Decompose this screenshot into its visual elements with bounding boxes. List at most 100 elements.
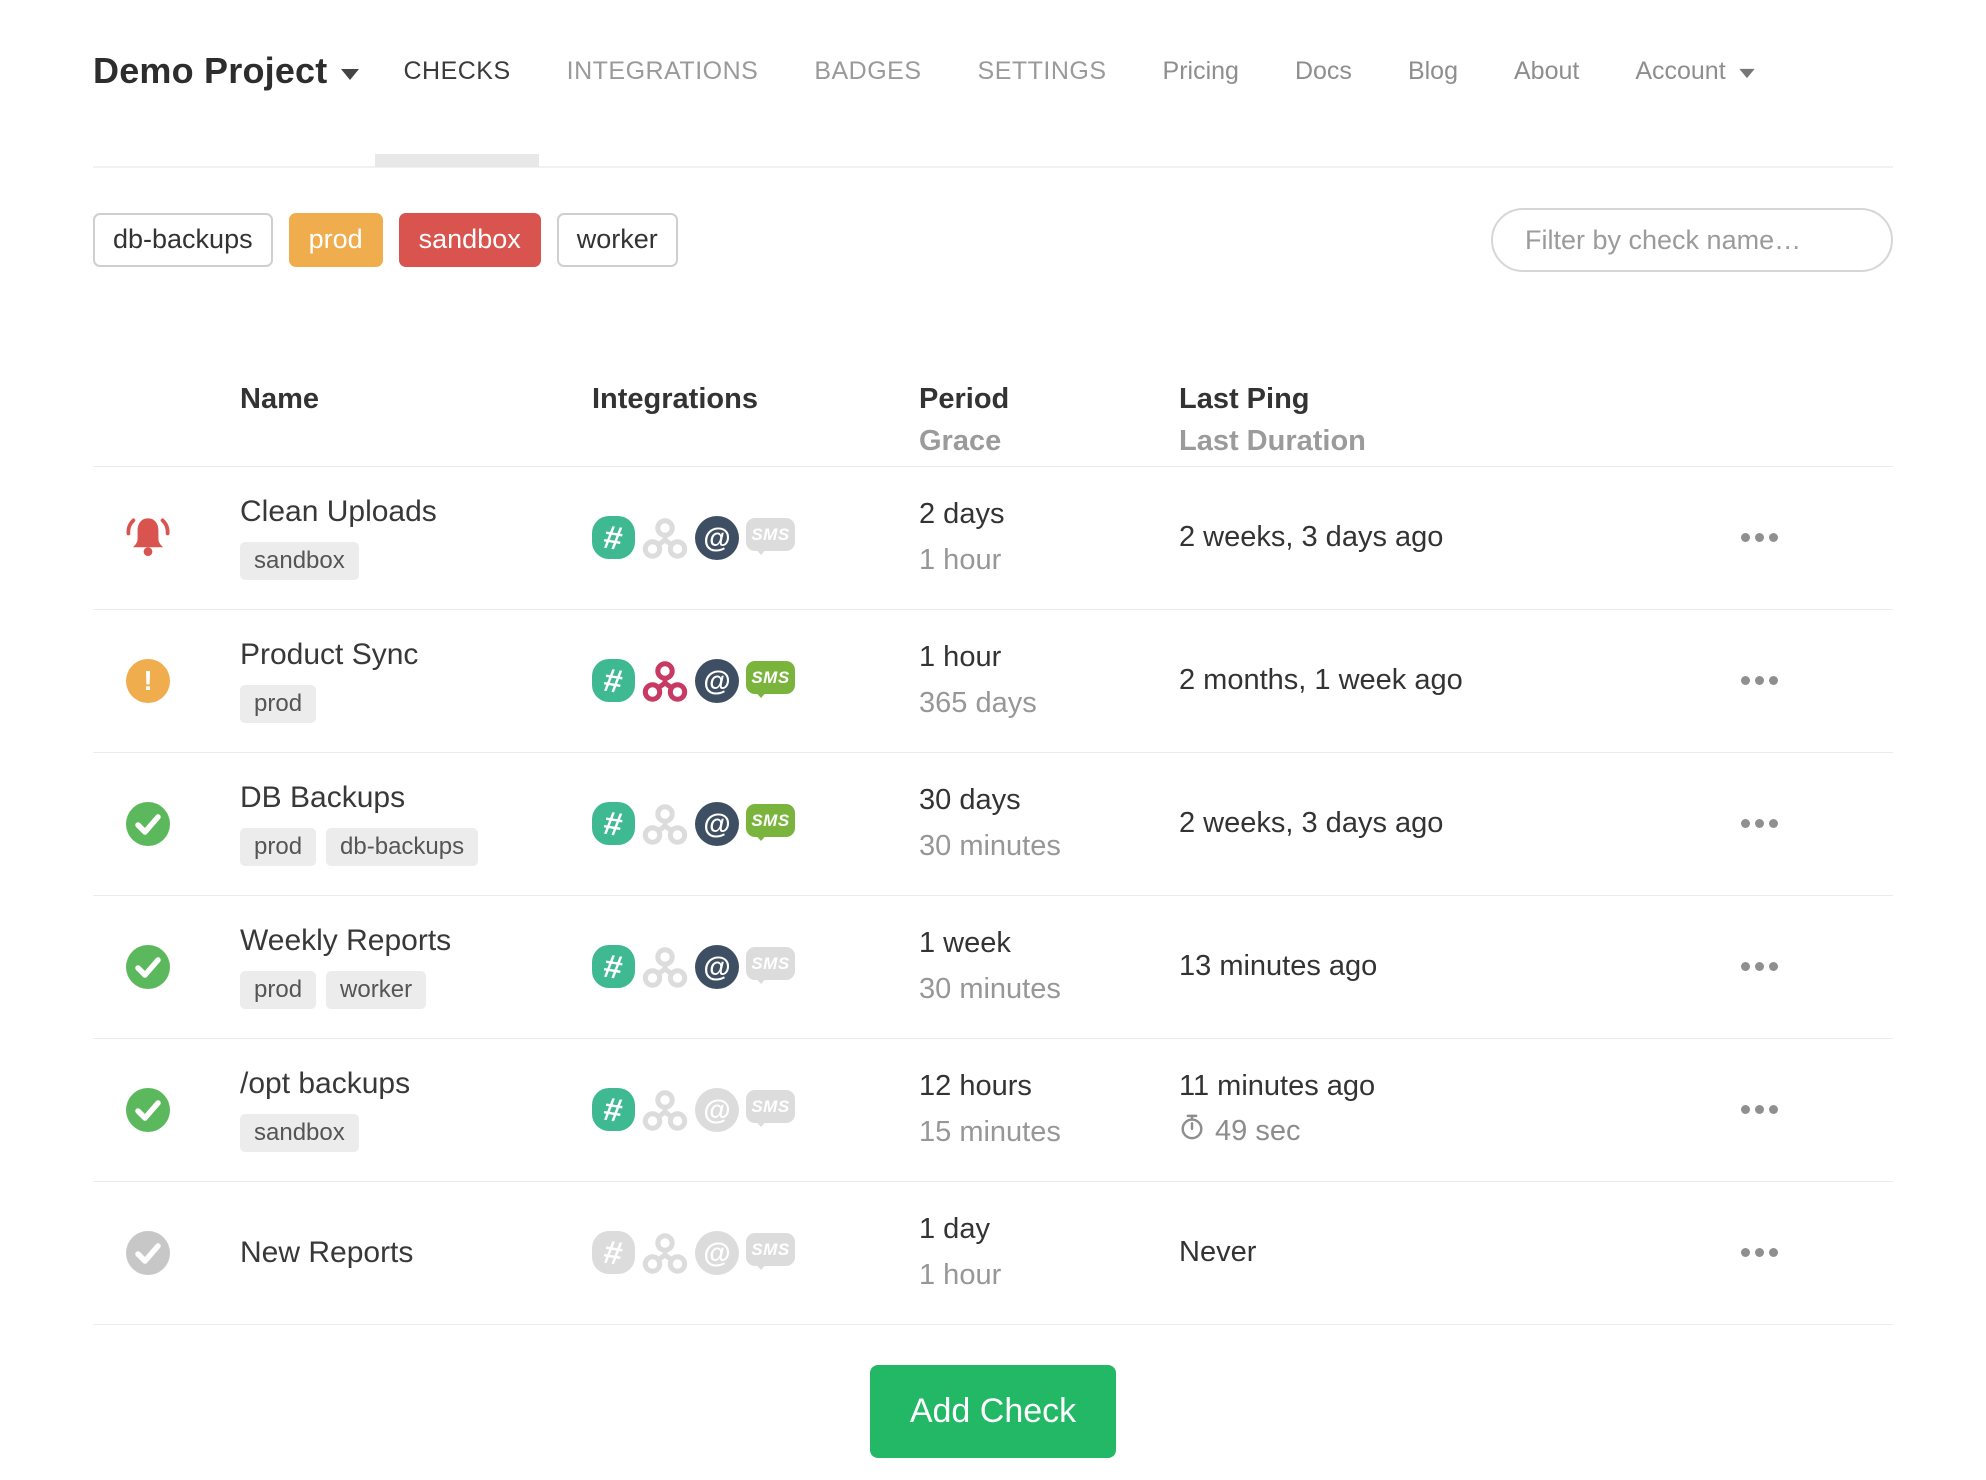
email-icon[interactable]: @ <box>695 1087 739 1132</box>
check-name-filter-input[interactable] <box>1491 208 1893 272</box>
sms-icon[interactable]: SMS <box>746 1233 795 1271</box>
menu-cell <box>1702 525 1893 550</box>
email-glyph: @ <box>703 664 731 696</box>
last-duration-value: 49 sec <box>1215 1114 1301 1147</box>
status-cell <box>93 1087 203 1132</box>
nav-link-pricing[interactable]: Pricing <box>1163 51 1239 91</box>
dot <box>1769 533 1778 543</box>
dot <box>1741 533 1750 543</box>
email-glyph: @ <box>703 1093 731 1125</box>
header-last-ping: Last Ping <box>1179 383 1310 415</box>
sms-icon[interactable]: SMS <box>746 518 795 556</box>
dot <box>1769 819 1778 829</box>
dot <box>1741 962 1750 972</box>
email-icon[interactable]: @ <box>695 658 739 703</box>
last-ping-cell: 13 minutes ago <box>1142 950 1702 983</box>
email-icon[interactable]: @ <box>695 1230 739 1275</box>
email-icon[interactable]: @ <box>695 801 739 846</box>
grace-value: 1 hour <box>919 1258 1002 1291</box>
account-label: Account <box>1635 57 1726 85</box>
tab-checks[interactable]: CHECKS <box>375 51 539 167</box>
check-name: Weekly Reports <box>240 924 452 958</box>
tab-badges[interactable]: BADGES <box>814 51 921 91</box>
dot <box>1741 819 1750 829</box>
slack-icon[interactable]: # <box>592 659 635 703</box>
table-row: DB Backups prod db-backups # @ SMS 30 days 30 m… <box>93 753 1893 896</box>
period-value: 30 days <box>919 784 1021 817</box>
table-body: Clean Uploads sandbox # @ SMS 2 days 1 hour 2 w… <box>93 467 1893 1325</box>
tab-integrations[interactable]: INTEGRATIONS <box>567 51 759 91</box>
row-menu-button[interactable] <box>1739 668 1780 693</box>
tag-filter-sandbox[interactable]: sandbox <box>398 213 541 267</box>
menu-cell <box>1702 811 1893 836</box>
header-integrations: Integrations <box>592 383 758 415</box>
name-cell: DB Backups prod db-backups <box>203 781 555 867</box>
period-value: 12 hours <box>919 1070 1032 1103</box>
last-ping-cell: 2 weeks, 3 days ago <box>1142 807 1702 840</box>
grace-value: 30 minutes <box>919 972 1061 1005</box>
row-menu-button[interactable] <box>1739 954 1780 979</box>
webhook-icon[interactable] <box>642 658 688 704</box>
sms-icon[interactable]: SMS <box>746 947 795 985</box>
last-ping-cell: 11 minutes ago 49 sec <box>1142 1070 1702 1149</box>
dot <box>1755 1105 1764 1115</box>
last-duration: 49 sec <box>1179 1113 1702 1149</box>
row-menu-button[interactable] <box>1739 1240 1780 1265</box>
table-row: New Reports # @ SMS 1 day 1 hour Never <box>93 1182 1893 1325</box>
name-cell: /opt backups sandbox <box>203 1067 555 1153</box>
tag-filter-worker[interactable]: worker <box>556 213 678 267</box>
slack-icon[interactable]: # <box>592 802 635 846</box>
filter-row: db-backups prod sandbox worker <box>93 208 1893 272</box>
alert-bell-icon <box>123 510 173 565</box>
sms-glyph: SMS <box>751 1239 790 1259</box>
integrations-cell: # @ SMS <box>555 515 882 561</box>
dot <box>1741 1248 1750 1258</box>
webhook-icon[interactable] <box>642 801 688 847</box>
table-row: Weekly Reports prod worker # @ SMS 1 week 30 mi… <box>93 896 1893 1039</box>
row-menu-button[interactable] <box>1739 525 1780 550</box>
check-name: DB Backups <box>240 781 406 815</box>
email-icon[interactable]: @ <box>695 944 739 989</box>
webhook-icon[interactable] <box>642 944 688 990</box>
dot <box>1769 1248 1778 1258</box>
slack-icon[interactable]: # <box>592 945 635 989</box>
sms-glyph: SMS <box>751 1096 790 1116</box>
webhook-icon[interactable] <box>642 515 688 561</box>
row-menu-button[interactable] <box>1739 811 1780 836</box>
period-value: 1 hour <box>919 641 1002 674</box>
sms-icon[interactable]: SMS <box>746 1090 795 1128</box>
check-tag: prod <box>240 684 317 724</box>
tag-filter-db-backups[interactable]: db-backups <box>93 213 273 267</box>
caret-down-icon <box>1739 68 1755 78</box>
nav-link-about[interactable]: About <box>1514 51 1579 91</box>
slack-icon[interactable]: # <box>592 1088 635 1132</box>
sms-icon[interactable]: SMS <box>746 661 795 699</box>
nav-link-blog[interactable]: Blog <box>1408 51 1458 91</box>
webhook-icon[interactable] <box>642 1087 688 1133</box>
tab-settings[interactable]: SETTINGS <box>978 51 1107 91</box>
webhook-icon[interactable] <box>642 1230 688 1276</box>
integrations-cell: # @ SMS <box>555 1230 882 1276</box>
last-ping-cell: 2 months, 1 week ago <box>1142 664 1702 697</box>
sms-icon[interactable]: SMS <box>746 804 795 842</box>
nav-link-docs[interactable]: Docs <box>1295 51 1352 91</box>
account-menu[interactable]: Account <box>1635 51 1755 91</box>
check-tags: sandbox <box>240 1113 555 1153</box>
tag-filter-prod[interactable]: prod <box>288 213 383 267</box>
dot <box>1769 676 1778 686</box>
checks-table: Name Integrations Period Grace Last Ping… <box>93 383 1893 1325</box>
integrations-cell: # @ SMS <box>555 658 882 704</box>
row-menu-button[interactable] <box>1739 1097 1780 1122</box>
period-value: 1 day <box>919 1213 990 1246</box>
check-tags: prod db-backups <box>240 827 555 867</box>
slack-icon[interactable]: # <box>592 516 635 560</box>
project-switcher[interactable]: Demo Project <box>93 50 360 92</box>
add-check-button[interactable]: Add Check <box>870 1364 1116 1458</box>
slack-glyph: # <box>601 804 626 844</box>
top-nav: Demo Project CHECKS INTEGRATIONS BADGES SET… <box>93 0 1893 168</box>
email-glyph: @ <box>703 950 731 982</box>
period-cell: 1 day 1 hour <box>882 1213 1142 1292</box>
slack-icon[interactable]: # <box>592 1231 635 1275</box>
email-icon[interactable]: @ <box>695 515 739 560</box>
last-ping-value: 11 minutes ago <box>1179 1070 1376 1103</box>
